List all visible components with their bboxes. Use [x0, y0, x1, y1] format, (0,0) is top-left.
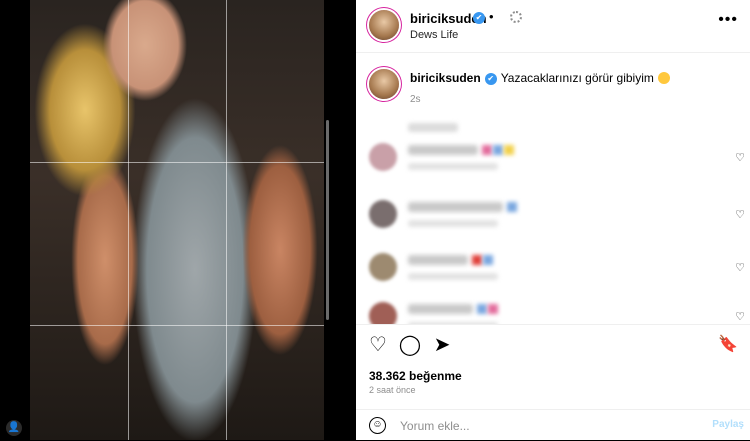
comment-row[interactable]: ♡	[356, 249, 750, 297]
caption-avatar[interactable]	[369, 69, 399, 99]
media-pane: 👤	[0, 0, 356, 440]
user-tag-icon[interactable]: 👤	[6, 420, 22, 436]
blurred-emoji	[483, 255, 493, 265]
caption-timestamp[interactable]: 2s	[410, 94, 421, 105]
post-time-ago[interactable]: 2 saat önce	[369, 385, 416, 395]
blurred-comment-meta	[408, 220, 498, 227]
emoji-picker-icon[interactable]: ☺	[369, 417, 386, 434]
comment-row[interactable]: ♡	[356, 139, 750, 187]
crop-grid-line	[128, 0, 129, 440]
post-header: biriciksuden ✔ • Dews Life •••	[356, 0, 750, 53]
comment-like-heart-icon[interactable]: ♡	[735, 310, 745, 323]
loading-spinner-icon	[510, 11, 522, 23]
like-heart-icon[interactable]: ♡	[366, 333, 390, 357]
save-bookmark-icon[interactable]: 🔖	[716, 333, 740, 357]
blurred-comment-meta	[408, 273, 498, 280]
scrollbar[interactable]	[326, 120, 329, 320]
blurred-emoji	[507, 202, 517, 212]
blurred-comment-text	[408, 304, 473, 314]
share-send-icon[interactable]: ➤	[430, 333, 454, 357]
caption-text: Yazacaklarınızı görür gibiyim	[500, 71, 654, 85]
comment-row[interactable]: ♡	[356, 196, 750, 244]
likes-count[interactable]: 38.362 beğenme	[369, 369, 462, 383]
comment-like-heart-icon[interactable]: ♡	[735, 261, 745, 274]
crop-grid-line	[226, 0, 227, 440]
blurred-comment-text	[408, 202, 503, 212]
action-bar: ♡ ◯ ➤ 🔖	[356, 324, 750, 369]
post-photo[interactable]	[30, 0, 324, 440]
comment-like-heart-icon[interactable]: ♡	[735, 151, 745, 164]
comment-avatar[interactable]	[369, 253, 397, 281]
verified-badge-icon: ✔	[484, 73, 497, 85]
blurred-comment-text	[408, 255, 468, 265]
blurred-emoji	[504, 145, 514, 155]
comment-avatar[interactable]	[369, 302, 397, 324]
crop-grid-line	[30, 162, 324, 163]
blurred-emoji	[488, 304, 498, 314]
author-subtitle[interactable]: Dews Life	[410, 29, 458, 41]
caption-username[interactable]: biriciksuden	[410, 71, 481, 85]
comment-like-heart-icon[interactable]: ♡	[735, 208, 745, 221]
add-comment-bar: ☺ Paylaş	[356, 409, 750, 441]
blurred-comment-meta	[408, 163, 498, 170]
separator-dot: •	[489, 9, 494, 24]
post-caption: biriciksuden ✔ Yazacaklarınızı görür gibiy…	[356, 52, 750, 112]
post-comment-button[interactable]: Paylaş	[712, 419, 744, 430]
comment-bubble-icon[interactable]: ◯	[398, 333, 422, 357]
comment-input[interactable]	[398, 415, 702, 437]
caption-line: biriciksuden ✔ Yazacaklarınızı görür gibiy…	[410, 71, 670, 85]
comment-avatar[interactable]	[369, 200, 397, 228]
blurred-comment-text	[408, 145, 478, 155]
blurred-emoji	[477, 304, 487, 314]
laughing-face-emoji-icon	[657, 72, 670, 84]
post-sidebar: biriciksuden ✔ • Dews Life ••• biriciksu…	[356, 0, 750, 440]
blurred-emoji	[493, 145, 503, 155]
more-options-icon[interactable]: •••	[718, 11, 738, 29]
verified-badge-icon: ✔	[473, 12, 485, 24]
blurred-emoji	[472, 255, 482, 265]
crop-grid-line	[30, 325, 324, 326]
author-avatar[interactable]	[369, 10, 399, 40]
blurred-comments-heading	[408, 123, 458, 132]
comment-row[interactable]: ♡	[356, 298, 750, 324]
blurred-emoji	[482, 145, 492, 155]
comments-list[interactable]: ♡ ♡ ♡ ♡	[356, 112, 750, 324]
comment-avatar[interactable]	[369, 143, 397, 171]
post-dialog: 👤 biriciksuden ✔ • Dews Life ••• biricik…	[0, 0, 750, 440]
